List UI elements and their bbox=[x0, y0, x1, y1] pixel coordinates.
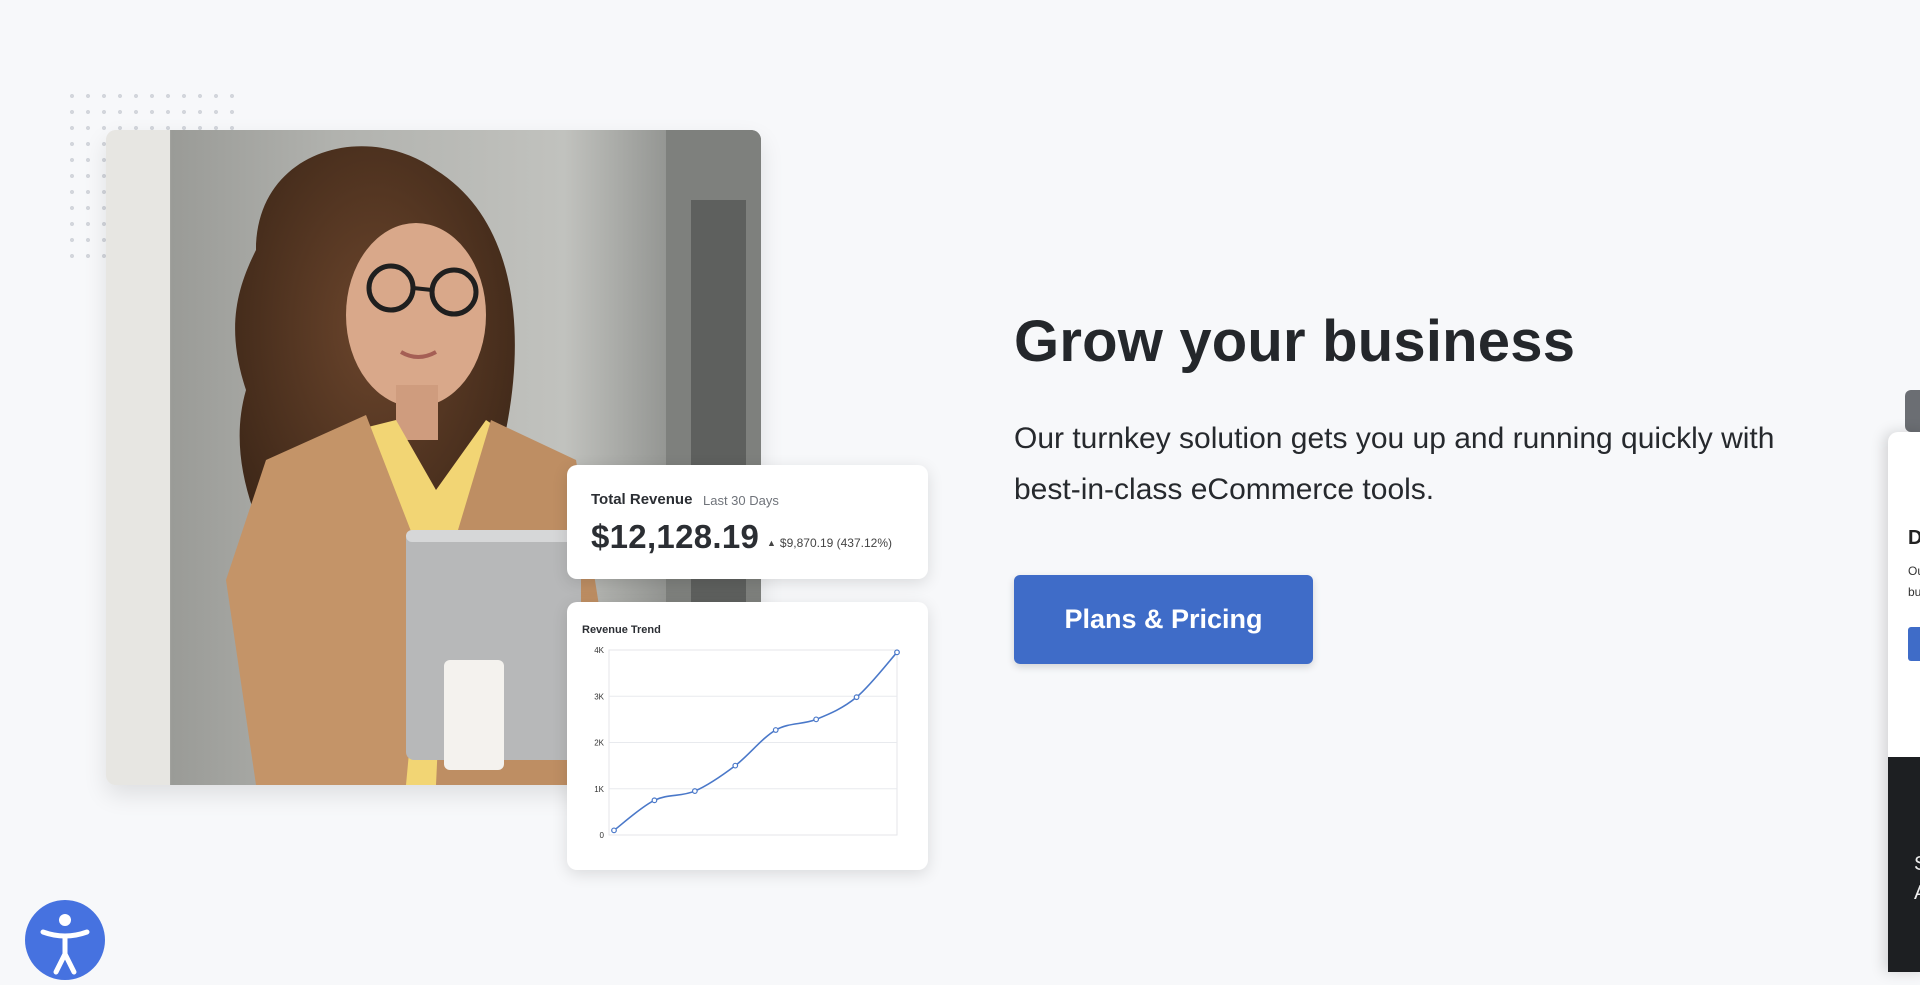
plans-pricing-button[interactable]: Plans & Pricing bbox=[1014, 575, 1313, 664]
chart-point bbox=[611, 827, 617, 834]
side-panel-text-2: bu bbox=[1908, 585, 1920, 599]
chart-series-line bbox=[613, 651, 898, 832]
revenue-card-period: Last 30 Days bbox=[703, 493, 779, 508]
chart-point bbox=[732, 762, 739, 769]
page-subtext: Our turnkey solution gets you up and run… bbox=[1014, 422, 1775, 506]
side-panel-dark-section: S A bbox=[1888, 757, 1920, 972]
chart-point bbox=[853, 694, 860, 701]
accessibility-button[interactable] bbox=[25, 900, 105, 980]
chart-point bbox=[691, 788, 698, 794]
revenue-card-title: Total Revenue bbox=[591, 491, 693, 508]
side-panel-heading: D bbox=[1908, 527, 1920, 549]
chart-y-tick-label: 1K bbox=[594, 785, 604, 794]
chart-point bbox=[772, 727, 779, 733]
side-panel-dark-text-2: S bbox=[1914, 853, 1920, 876]
chart-y-tick-label: 4K bbox=[594, 646, 604, 655]
side-panel-dark-text-3: A bbox=[1914, 882, 1920, 905]
revenue-trend-card: Revenue Trend 0 1K 2K 3K 4K bbox=[567, 602, 928, 870]
revenue-amount: $12,128.19 bbox=[591, 518, 760, 555]
side-panel: D Ou bu S A bbox=[1888, 432, 1920, 972]
side-panel-text-1: Ou bbox=[1908, 564, 1920, 578]
total-revenue-card: Total Revenue Last 30 Days $12,128.19 ▲ $… bbox=[567, 465, 928, 579]
accessibility-person-icon bbox=[40, 914, 90, 975]
revenue-trend-chart: 0 1K 2K 3K 4K bbox=[594, 646, 900, 840]
triangle-up-icon: ▲ bbox=[767, 538, 776, 548]
revenue-change: ▲ $9,870.19 (437.12%) bbox=[767, 536, 892, 550]
chart-y-tick-label: 0 bbox=[600, 831, 605, 840]
side-panel-button[interactable] bbox=[1908, 627, 1920, 661]
chart-point bbox=[651, 797, 658, 804]
revenue-change-value: $9,870.19 (437.12%) bbox=[779, 536, 893, 550]
chart-point bbox=[813, 716, 820, 723]
side-panel-handle[interactable] bbox=[1905, 390, 1920, 432]
page-headline: Grow your business bbox=[1014, 309, 1576, 374]
chart-y-tick-label: 2K bbox=[594, 739, 604, 748]
chart-point bbox=[894, 649, 900, 656]
chart-y-tick-label: 3K bbox=[594, 692, 604, 701]
